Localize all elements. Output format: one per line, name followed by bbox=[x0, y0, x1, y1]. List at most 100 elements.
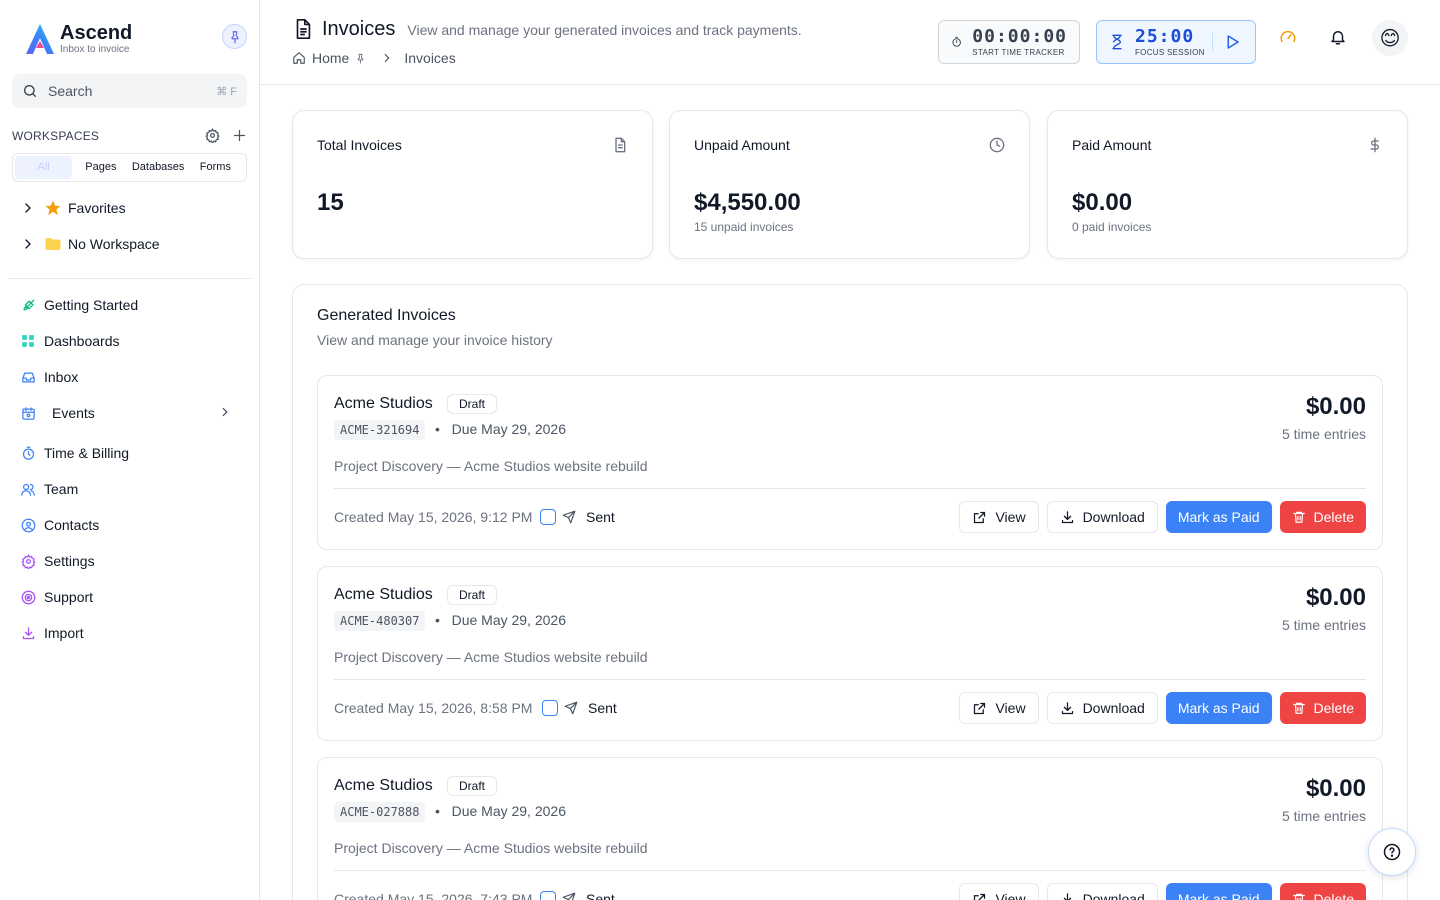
invoice-due: • Due May 29, 2026 bbox=[435, 421, 566, 437]
invoice-description: Project Discovery — Acme Studios website… bbox=[334, 649, 648, 665]
bell-icon[interactable] bbox=[1329, 28, 1347, 46]
invoice-number: ACME-027888 bbox=[334, 802, 426, 822]
mark-paid-label: Mark as Paid bbox=[1177, 509, 1260, 525]
delete-button[interactable]: Delete bbox=[1279, 883, 1366, 900]
delete-label: Delete bbox=[1313, 700, 1354, 716]
start-focus-button[interactable] bbox=[1212, 33, 1241, 51]
sidebar: Ascend Inbox to invoice ⌘ F WORKSPACES A… bbox=[0, 0, 260, 900]
download-label: Download bbox=[1082, 700, 1145, 716]
invoice-card: Acme Studios Draft ACME-480307 • Due May… bbox=[317, 566, 1383, 741]
user-avatar[interactable]: 😊 bbox=[1372, 20, 1408, 56]
view-button[interactable]: View bbox=[959, 501, 1039, 533]
delete-label: Delete bbox=[1313, 891, 1354, 900]
contact-icon bbox=[21, 518, 35, 532]
filter-pages[interactable]: Pages bbox=[72, 156, 129, 179]
download-icon bbox=[1061, 510, 1073, 523]
tree-item-favorites[interactable]: Favorites bbox=[20, 196, 160, 220]
nav-team[interactable]: Team bbox=[20, 477, 78, 501]
mark-as-paid-button[interactable]: Mark as Paid bbox=[1165, 692, 1272, 724]
due-date: Due May 29, 2026 bbox=[451, 421, 566, 437]
brand[interactable]: Ascend Inbox to invoice bbox=[24, 22, 132, 56]
invoice-entries: 5 time entries bbox=[1281, 617, 1366, 633]
focus-caption: FOCUS SESSION bbox=[1135, 48, 1205, 57]
tracker-caption: START TIME TRACKER bbox=[972, 48, 1065, 57]
grid-icon bbox=[22, 335, 34, 347]
pin-sidebar-button[interactable] bbox=[222, 24, 247, 49]
search-input[interactable] bbox=[48, 83, 198, 99]
start-time-tracker-button[interactable]: 00:00:00 START TIME TRACKER bbox=[938, 20, 1080, 64]
focus-session-widget[interactable]: 25:00 FOCUS SESSION bbox=[1096, 20, 1256, 64]
nav-label: Time & Billing bbox=[44, 445, 130, 461]
rocket-icon bbox=[22, 298, 35, 311]
brand-name: Ascend bbox=[60, 22, 133, 44]
pin-icon bbox=[231, 30, 238, 43]
chevron-right-icon[interactable] bbox=[218, 405, 232, 419]
nav-events[interactable]: Events bbox=[20, 401, 244, 425]
view-label: View bbox=[995, 700, 1026, 716]
send-icon bbox=[564, 701, 578, 715]
generated-invoices-panel: Generated Invoices View and manage your … bbox=[292, 284, 1408, 900]
external-link-icon bbox=[974, 702, 986, 714]
nav-settings[interactable]: Settings bbox=[20, 549, 95, 573]
nav-contacts[interactable]: Contacts bbox=[20, 513, 99, 537]
invoice-created: Created May 15, 2026, 8:58 PM bbox=[334, 700, 533, 716]
sent-label: Sent bbox=[586, 891, 615, 900]
sent-checkbox[interactable] bbox=[542, 700, 558, 716]
sent-checkbox[interactable] bbox=[540, 891, 556, 900]
breadcrumb: Home Invoices bbox=[292, 50, 456, 66]
invoice-card: Acme Studios Draft ACME-321694 • Due May… bbox=[317, 375, 1383, 550]
sent-label: Sent bbox=[586, 509, 615, 525]
delete-button[interactable]: Delete bbox=[1279, 501, 1366, 533]
nav-import[interactable]: Import bbox=[20, 621, 84, 645]
document-icon bbox=[296, 19, 311, 39]
view-button[interactable]: View bbox=[959, 883, 1039, 900]
pin-icon[interactable] bbox=[355, 53, 366, 64]
tree-item-no-workspace[interactable]: No Workspace bbox=[20, 232, 160, 256]
card-divider bbox=[334, 679, 1366, 680]
workspace-settings-icon[interactable] bbox=[205, 128, 220, 143]
invoice-client: Acme Studios bbox=[334, 777, 433, 794]
stopwatch-icon bbox=[952, 36, 961, 47]
sent-checkbox[interactable] bbox=[540, 509, 556, 525]
trash-icon bbox=[1292, 702, 1305, 714]
nav-inbox[interactable]: Inbox bbox=[20, 365, 78, 389]
filter-all[interactable]: All bbox=[15, 156, 73, 179]
send-icon bbox=[562, 892, 576, 900]
nav-label: Dashboards bbox=[44, 333, 120, 349]
stat-label: Total Invoices bbox=[317, 137, 402, 153]
delete-button[interactable]: Delete bbox=[1279, 692, 1366, 724]
breadcrumb-home[interactable]: Home bbox=[312, 50, 349, 66]
stat-value: $0.00 bbox=[1072, 189, 1133, 216]
download-button[interactable]: Download bbox=[1046, 501, 1158, 533]
page-title-row: Invoices View and manage your generated … bbox=[292, 17, 802, 41]
due-date: Due May 29, 2026 bbox=[451, 612, 566, 628]
view-button[interactable]: View bbox=[959, 692, 1039, 724]
download-icon bbox=[1063, 892, 1071, 900]
download-button[interactable]: Download bbox=[1046, 883, 1158, 900]
invoice-description: Project Discovery — Acme Studios website… bbox=[334, 840, 648, 856]
nav-support[interactable]: Support bbox=[20, 585, 93, 609]
mark-as-paid-button[interactable]: Mark as Paid bbox=[1165, 883, 1272, 900]
nav-getting-started[interactable]: Getting Started bbox=[20, 293, 138, 317]
filter-forms[interactable]: Forms bbox=[187, 156, 244, 179]
invoice-client: Acme Studios bbox=[334, 395, 433, 412]
download-button[interactable]: Download bbox=[1046, 692, 1158, 724]
search-box[interactable]: ⌘ F bbox=[12, 74, 247, 108]
help-button[interactable] bbox=[1368, 828, 1416, 876]
home-icon bbox=[293, 52, 305, 64]
filter-databases[interactable]: Databases bbox=[130, 156, 187, 179]
gauge-icon[interactable] bbox=[1279, 28, 1297, 46]
invoice-number: ACME-480307 bbox=[334, 611, 426, 631]
nav-dashboards[interactable]: Dashboards bbox=[20, 329, 120, 353]
nav-label: Support bbox=[44, 589, 94, 605]
download-label: Download bbox=[1082, 891, 1145, 900]
stat-label: Paid Amount bbox=[1072, 137, 1152, 153]
invoice-actions: View Download Mark as Paid Delete bbox=[959, 692, 1366, 724]
invoice-actions: View Download Mark as Paid Delete bbox=[959, 501, 1366, 533]
add-workspace-icon[interactable] bbox=[232, 128, 247, 143]
mark-paid-label: Mark as Paid bbox=[1177, 891, 1260, 900]
download-icon bbox=[1061, 701, 1073, 714]
nav-time-billing[interactable]: Time & Billing bbox=[20, 441, 129, 465]
mark-as-paid-button[interactable]: Mark as Paid bbox=[1165, 501, 1272, 533]
download-label: Download bbox=[1082, 509, 1145, 525]
